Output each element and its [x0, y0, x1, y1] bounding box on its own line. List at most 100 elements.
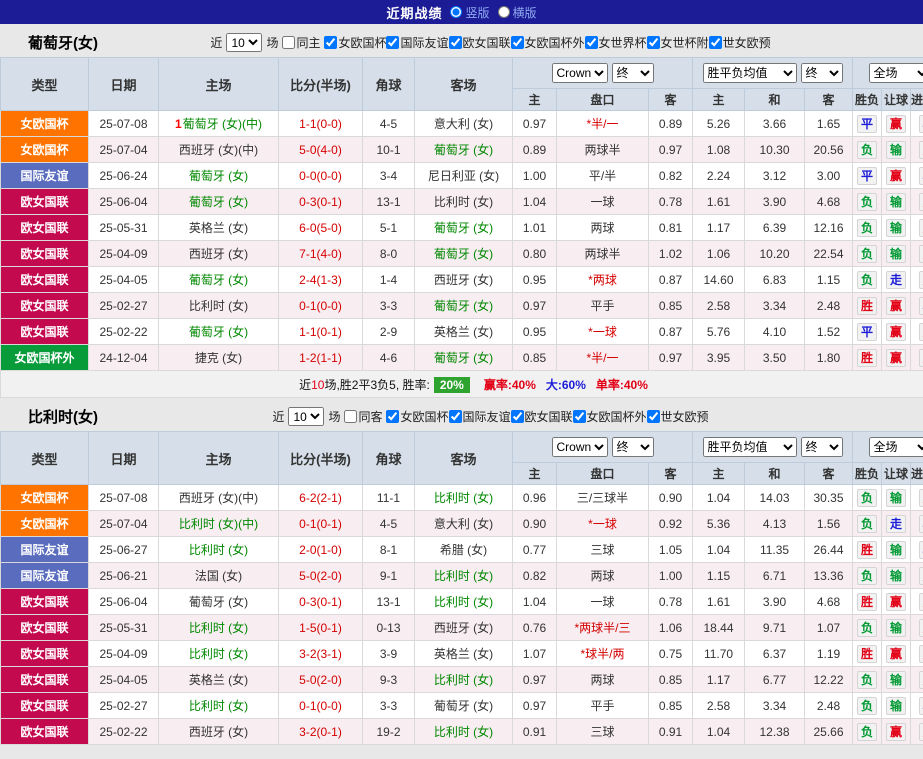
same-venue-checkbox[interactable] — [282, 36, 296, 49]
competition-badge[interactable]: 欧女国联 — [0, 188, 89, 215]
away-team[interactable]: 比利时 (女) — [414, 588, 513, 615]
away-team[interactable]: 比利时 (女) — [414, 562, 513, 589]
home-team[interactable]: 葡萄牙 (女) — [158, 318, 279, 345]
away-team[interactable]: 英格兰 (女) — [414, 640, 513, 667]
competition-filter[interactable]: 世女欧预 — [708, 34, 771, 51]
competition-checkbox[interactable] — [646, 35, 660, 49]
competition-checkbox[interactable] — [386, 409, 400, 423]
competition-badge[interactable]: 国际友谊 — [0, 536, 89, 563]
competition-badge[interactable]: 欧女国联 — [0, 640, 89, 667]
away-team[interactable]: 意大利 (女) — [414, 510, 513, 537]
competition-badge[interactable]: 欧女国联 — [0, 266, 89, 293]
competition-checkbox[interactable] — [448, 409, 462, 423]
match-count-select[interactable]: 10 — [226, 33, 263, 52]
away-team[interactable]: 比利时 (女) — [414, 484, 513, 511]
competition-checkbox[interactable] — [324, 35, 338, 49]
competition-badge[interactable]: 欧女国联 — [0, 692, 89, 719]
home-team[interactable]: 英格兰 (女) — [158, 214, 279, 241]
away-team[interactable]: 葡萄牙 (女) — [414, 692, 513, 719]
competition-filter[interactable]: 国际友谊 — [448, 408, 511, 425]
home-team[interactable]: 比利时 (女)(中) — [158, 510, 279, 537]
competition-filter[interactable]: 国际友谊 — [386, 34, 449, 51]
competition-badge[interactable]: 女欧国杯 — [0, 110, 89, 137]
competition-badge[interactable]: 女欧国杯外 — [0, 344, 89, 371]
europe-odds-select[interactable]: 胜平负均值 — [702, 63, 797, 83]
home-team[interactable]: 西班牙 (女)(中) — [158, 136, 279, 163]
competition-checkbox[interactable] — [572, 409, 586, 423]
home-team[interactable]: 比利时 (女) — [158, 692, 279, 719]
home-team[interactable]: 西班牙 (女) — [158, 240, 279, 267]
competition-badge[interactable]: 欧女国联 — [0, 614, 89, 641]
competition-badge[interactable]: 欧女国联 — [0, 292, 89, 319]
competition-badge[interactable]: 欧女国联 — [0, 318, 89, 345]
match-count-select[interactable]: 10 — [288, 407, 325, 426]
home-team[interactable]: 葡萄牙 (女) — [158, 266, 279, 293]
away-team[interactable]: 比利时 (女) — [414, 188, 513, 215]
same-venue-filter[interactable]: 同主 — [282, 34, 320, 51]
home-team[interactable]: 比利时 (女) — [158, 292, 279, 319]
away-team[interactable]: 比利时 (女) — [414, 718, 513, 745]
away-team[interactable]: 希腊 (女) — [414, 536, 513, 563]
competition-checkbox[interactable] — [708, 35, 722, 49]
competition-badge[interactable]: 欧女国联 — [0, 588, 89, 615]
competition-filter[interactable]: 欧女国联 — [510, 408, 573, 425]
competition-badge[interactable]: 国际友谊 — [0, 162, 89, 189]
competition-badge[interactable]: 欧女国联 — [0, 240, 89, 267]
away-team[interactable]: 西班牙 (女) — [414, 266, 513, 293]
away-team[interactable]: 葡萄牙 (女) — [414, 292, 513, 319]
home-team[interactable]: 比利时 (女) — [158, 536, 279, 563]
home-team[interactable]: 西班牙 (女)(中) — [158, 484, 279, 511]
competition-checkbox[interactable] — [510, 409, 524, 423]
competition-badge[interactable]: 欧女国联 — [0, 718, 89, 745]
same-venue-filter[interactable]: 同客 — [344, 408, 382, 425]
away-team[interactable]: 尼日利亚 (女) — [414, 162, 513, 189]
home-team[interactable]: 1葡萄牙 (女)(中) — [158, 110, 279, 137]
fulltime-select[interactable]: 全场 — [868, 63, 923, 83]
home-team[interactable]: 比利时 (女) — [158, 614, 279, 641]
away-team[interactable]: 比利时 (女) — [414, 666, 513, 693]
away-team[interactable]: 葡萄牙 (女) — [414, 136, 513, 163]
vertical-radio[interactable] — [450, 6, 463, 18]
home-team[interactable]: 法国 (女) — [158, 562, 279, 589]
europe-odds-select[interactable]: 胜平负均值 — [702, 437, 797, 457]
competition-filter[interactable]: 女世杯附 — [646, 34, 709, 51]
asia-final-select[interactable]: 终 — [611, 63, 654, 83]
layout-horizontal-option[interactable]: 横版 — [497, 4, 537, 21]
competition-badge[interactable]: 女欧国杯 — [0, 510, 89, 537]
fulltime-select[interactable]: 全场 — [868, 437, 923, 457]
home-team[interactable]: 葡萄牙 (女) — [158, 188, 279, 215]
bookmaker-select[interactable]: Crown — [551, 63, 608, 83]
bookmaker-select[interactable]: Crown — [551, 437, 608, 457]
same-venue-checkbox[interactable] — [344, 410, 358, 423]
europe-final-select[interactable]: 终 — [800, 63, 843, 83]
competition-badge[interactable]: 女欧国杯 — [0, 484, 89, 511]
competition-filter[interactable]: 女欧国杯外 — [510, 34, 585, 51]
competition-checkbox[interactable] — [448, 35, 462, 49]
home-team[interactable]: 西班牙 (女) — [158, 718, 279, 745]
competition-filter[interactable]: 女欧国杯外 — [572, 408, 647, 425]
competition-badge[interactable]: 国际友谊 — [0, 562, 89, 589]
competition-filter[interactable]: 女世界杯 — [584, 34, 647, 51]
home-team[interactable]: 比利时 (女) — [158, 640, 279, 667]
away-team[interactable]: 英格兰 (女) — [414, 318, 513, 345]
away-team[interactable]: 西班牙 (女) — [414, 614, 513, 641]
away-team[interactable]: 葡萄牙 (女) — [414, 344, 513, 371]
competition-checkbox[interactable] — [646, 409, 660, 423]
competition-badge[interactable]: 女欧国杯 — [0, 136, 89, 163]
home-team[interactable]: 葡萄牙 (女) — [158, 588, 279, 615]
competition-badge[interactable]: 欧女国联 — [0, 214, 89, 241]
competition-checkbox[interactable] — [584, 35, 598, 49]
competition-checkbox[interactable] — [386, 35, 400, 49]
competition-filter[interactable]: 女欧国杯 — [324, 34, 386, 51]
europe-final-select[interactable]: 终 — [800, 437, 843, 457]
horizontal-radio[interactable] — [497, 6, 510, 18]
home-team[interactable]: 英格兰 (女) — [158, 666, 279, 693]
competition-filter[interactable]: 欧女国联 — [448, 34, 511, 51]
competition-checkbox[interactable] — [510, 35, 524, 49]
asia-final-select[interactable]: 终 — [611, 437, 654, 457]
competition-filter[interactable]: 女欧国杯 — [386, 408, 449, 425]
home-team[interactable]: 葡萄牙 (女) — [158, 162, 279, 189]
away-team[interactable]: 意大利 (女) — [414, 110, 513, 137]
away-team[interactable]: 葡萄牙 (女) — [414, 214, 513, 241]
home-team[interactable]: 捷克 (女) — [158, 344, 279, 371]
